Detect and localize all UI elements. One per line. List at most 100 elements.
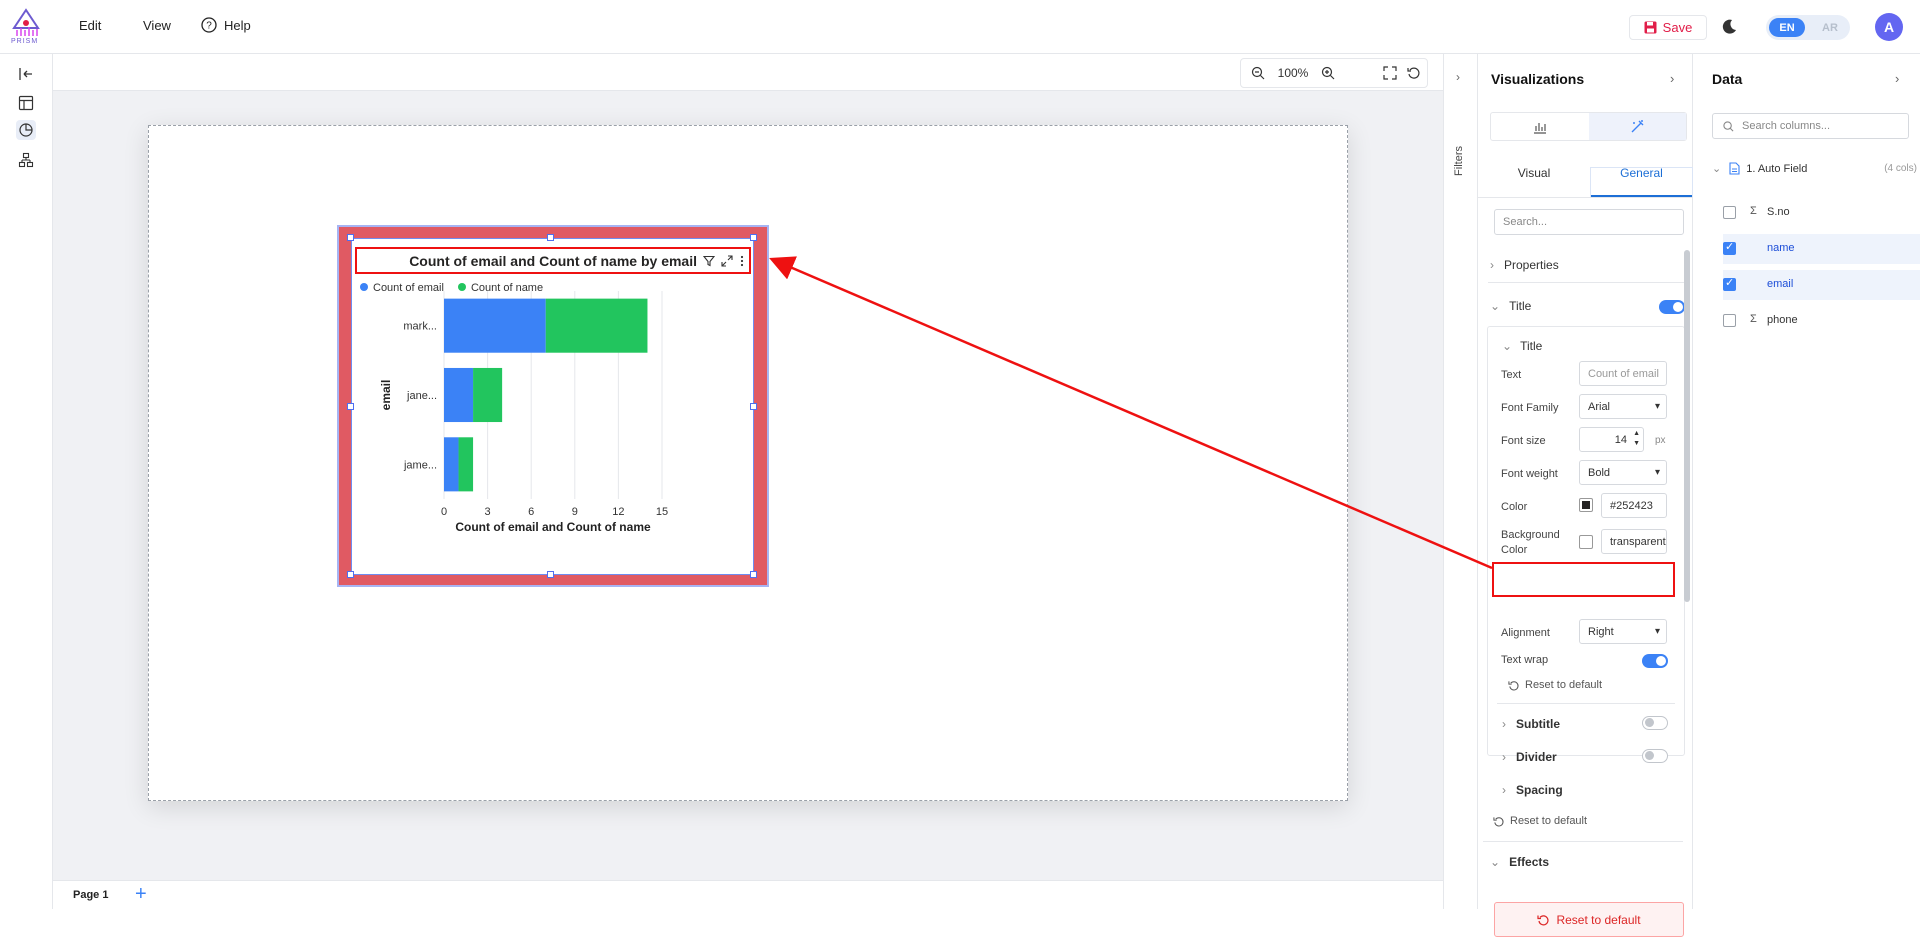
sigma-icon: Σ: [1750, 313, 1757, 325]
section-divider: [1483, 841, 1683, 842]
lang-ar[interactable]: AR: [1812, 18, 1848, 37]
avatar[interactable]: A: [1875, 13, 1903, 41]
subtitle-toggle[interactable]: [1642, 716, 1668, 730]
column-search-placeholder: Search columns...: [1742, 120, 1831, 132]
reset-zoom-icon[interactable]: [1403, 59, 1425, 87]
dark-mode-toggle[interactable]: [1720, 18, 1738, 39]
resize-handle[interactable]: [547, 234, 554, 241]
field-row-name[interactable]: name: [1723, 234, 1920, 264]
language-switch[interactable]: EN AR: [1766, 15, 1850, 40]
reset-all-button[interactable]: Reset to default: [1494, 902, 1684, 937]
resize-handle[interactable]: [347, 234, 354, 241]
text-wrap-label: Text wrap: [1501, 654, 1549, 666]
font-family-select[interactable]: Arial ▾: [1579, 394, 1667, 419]
field-label: phone: [1767, 314, 1798, 326]
save-button[interactable]: Save: [1629, 15, 1707, 40]
font-size-unit: px: [1655, 435, 1666, 446]
app-logo[interactable]: PRISM: [8, 8, 44, 46]
title-text-input[interactable]: Count of email: [1579, 361, 1667, 386]
section-divider: [1488, 282, 1685, 283]
column-search-input[interactable]: Search columns...: [1712, 113, 1909, 139]
background-swatch[interactable]: [1579, 535, 1593, 549]
visualizations-panel: Visualizations › Visual General Search..…: [1478, 54, 1693, 937]
title-section[interactable]: ⌄ Title: [1490, 299, 1531, 313]
field-checkbox[interactable]: [1723, 314, 1736, 327]
collapse-viz-icon[interactable]: ›: [1670, 71, 1674, 86]
bar-chart: 0 3 6 9 12 15 mark... jane... jame... Count of em…: [379, 291, 668, 534]
field-checkbox[interactable]: [1723, 240, 1736, 255]
chart-widget[interactable]: Count of email and Count of name by emai…: [337, 225, 769, 587]
page-tab-1[interactable]: Page 1: [73, 889, 108, 901]
text-wrap-toggle[interactable]: [1642, 654, 1668, 668]
field-checkbox[interactable]: [1723, 206, 1736, 219]
filters-pane[interactable]: › Filters: [1443, 54, 1478, 909]
viz-type-switch: [1490, 112, 1687, 141]
resize-handle[interactable]: [750, 234, 757, 241]
field-label: S.no: [1767, 206, 1790, 218]
subtitle-section[interactable]: › Subtitle: [1502, 717, 1560, 731]
add-page-button[interactable]: +: [135, 883, 147, 906]
menu-edit[interactable]: Edit: [79, 18, 101, 33]
title-toggle[interactable]: [1659, 300, 1685, 314]
reset-format-label: Reset to default: [1510, 815, 1588, 827]
menu-help[interactable]: ? Help: [201, 17, 251, 33]
title-subsection[interactable]: ⌄ Title: [1502, 339, 1542, 353]
zoom-in-icon[interactable]: [1317, 59, 1339, 87]
color-swatch[interactable]: [1579, 498, 1593, 512]
menu-view[interactable]: View: [143, 18, 171, 33]
bar: [444, 437, 459, 492]
field-row-sno[interactable]: Σ S.no: [1723, 198, 1918, 228]
font-weight-select[interactable]: Bold ▾: [1579, 460, 1667, 485]
font-size-stepper[interactable]: 14 ▲ ▼: [1579, 427, 1644, 452]
left-rail: [0, 54, 53, 909]
expand-filters-icon[interactable]: ›: [1456, 70, 1460, 84]
exit-icon[interactable]: [16, 64, 36, 84]
layout-icon[interactable]: [16, 93, 36, 113]
font-weight-label: Font weight: [1501, 468, 1558, 480]
save-label: Save: [1662, 20, 1693, 35]
format-search-input[interactable]: Search...: [1494, 209, 1684, 235]
scrollbar[interactable]: [1684, 250, 1690, 602]
alignment-select[interactable]: Right ▾: [1579, 619, 1667, 644]
build-visual-icon[interactable]: [1491, 113, 1589, 140]
format-visual-icon[interactable]: [1589, 113, 1686, 140]
chart-visual[interactable]: Count of email and Count of name by emai…: [351, 238, 754, 575]
tabs-divider: [1478, 197, 1693, 198]
background-label-line1: Background: [1501, 529, 1560, 541]
chart-icon[interactable]: [16, 120, 36, 140]
x-tick-label: 0: [441, 506, 447, 518]
reset-icon: [1493, 816, 1504, 826]
resize-handle[interactable]: [547, 571, 554, 578]
field-row-phone[interactable]: Σ phone: [1723, 306, 1918, 336]
resize-handle[interactable]: [750, 403, 757, 410]
alignment-value: Right: [1588, 625, 1614, 638]
zoom-out-icon[interactable]: [1247, 59, 1269, 87]
divider-toggle[interactable]: [1642, 749, 1668, 763]
background-label-line2: Color: [1501, 544, 1528, 556]
fit-screen-icon[interactable]: [1379, 59, 1401, 87]
resize-handle[interactable]: [750, 571, 757, 578]
x-tick-label: 9: [572, 506, 578, 518]
filters-label: Filters: [1453, 146, 1465, 176]
reset-title-button[interactable]: Reset to default: [1508, 679, 1602, 691]
resize-handle[interactable]: [347, 571, 354, 578]
properties-section[interactable]: › Properties: [1490, 258, 1559, 272]
spacing-section[interactable]: › Spacing: [1502, 783, 1563, 797]
background-color-input[interactable]: transparent: [1601, 529, 1667, 554]
table-node[interactable]: ⌄ 1. Auto Field (4 cols): [1712, 162, 1917, 175]
collapse-data-icon[interactable]: ›: [1895, 71, 1899, 86]
zoom-level: 100%: [1277, 66, 1309, 80]
reset-format-button[interactable]: Reset to default: [1493, 815, 1587, 827]
reset-title-label: Reset to default: [1525, 679, 1603, 691]
divider-section[interactable]: › Divider: [1502, 750, 1557, 764]
model-icon[interactable]: [16, 150, 36, 170]
y-tick-label: jame...: [403, 459, 437, 471]
field-checkbox[interactable]: [1723, 276, 1736, 291]
stepper-arrows-icon[interactable]: ▲ ▼: [1633, 429, 1640, 449]
tab-visual[interactable]: Visual: [1478, 166, 1590, 180]
color-hex-input[interactable]: #252423: [1601, 493, 1667, 518]
effects-section[interactable]: ⌄ Effects: [1490, 855, 1549, 869]
lang-en[interactable]: EN: [1769, 18, 1805, 37]
field-row-email[interactable]: email: [1723, 270, 1920, 300]
resize-handle[interactable]: [347, 403, 354, 410]
